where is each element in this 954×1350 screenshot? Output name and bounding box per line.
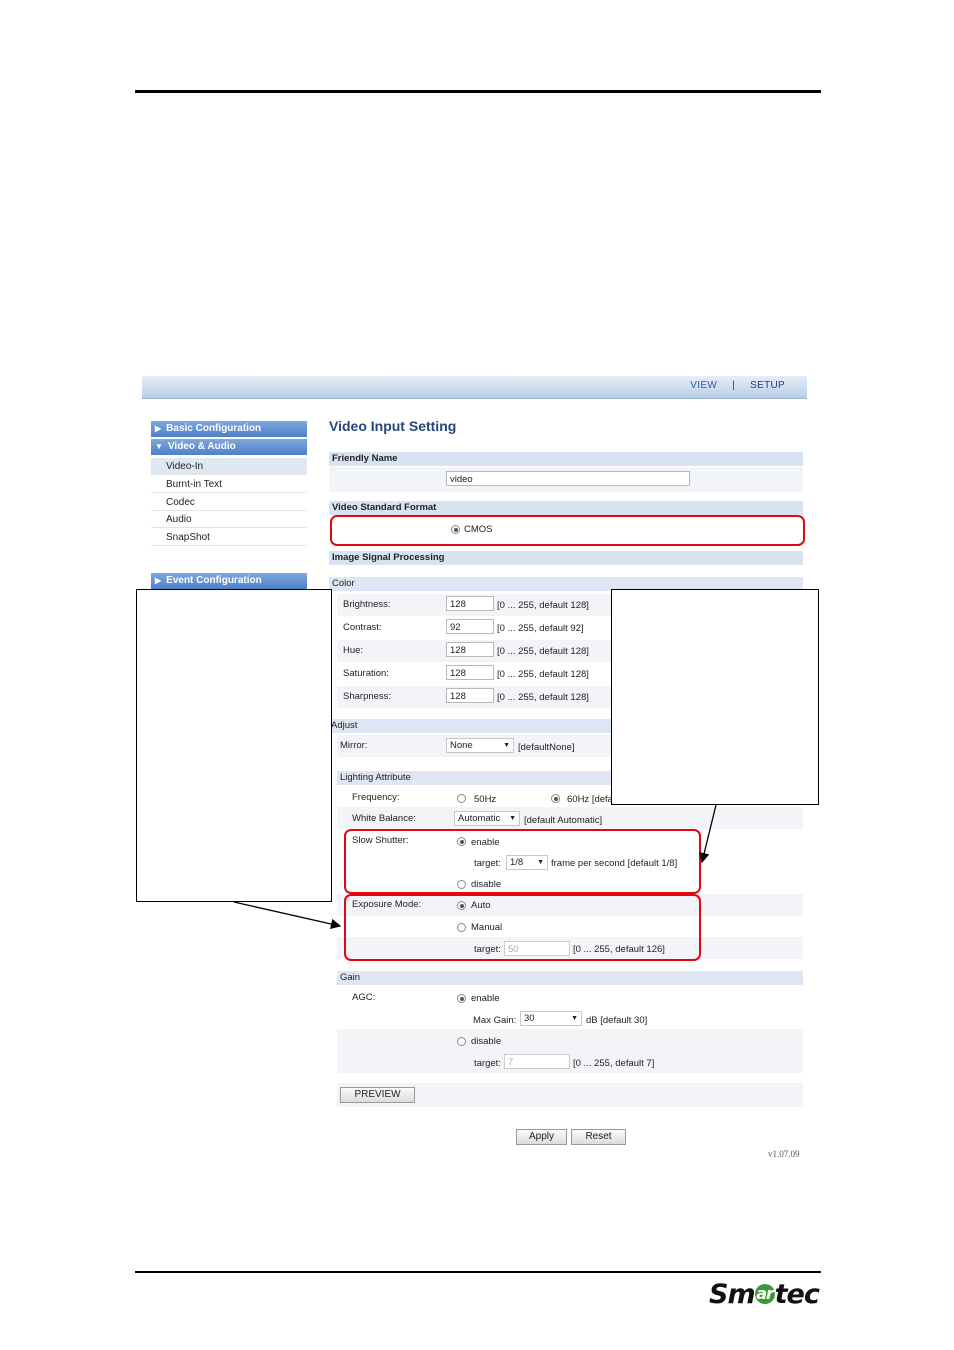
logo-ball-icon: ar xyxy=(754,1284,775,1304)
arrow-to-exposure xyxy=(233,901,342,930)
smartec-logo: Sm artec xyxy=(709,1279,820,1310)
arrow-to-slow-shutter xyxy=(699,804,717,864)
annotation-arrows xyxy=(233,804,717,930)
